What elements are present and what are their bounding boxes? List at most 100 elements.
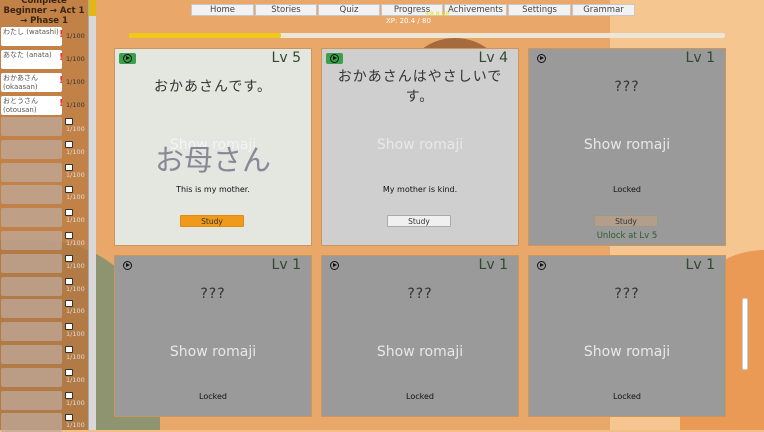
lesson-sidebar: Complete Beginner → Act 1 → Phase 1 わたし … bbox=[0, 0, 88, 430]
play-icon bbox=[537, 261, 546, 270]
lock-icon bbox=[65, 278, 73, 285]
sentence-card[interactable]: Lv 5おかあさんです。Show romajiお母さんThis is my mo… bbox=[114, 48, 312, 246]
play-audio-button[interactable] bbox=[326, 260, 343, 271]
lock-icon bbox=[65, 255, 73, 262]
level-label: Lv 4 bbox=[479, 50, 508, 66]
lesson-count: 1/100 bbox=[66, 376, 85, 384]
lesson-count: 1/100 bbox=[66, 353, 85, 361]
lesson-item[interactable] bbox=[1, 345, 62, 364]
level-label: Lv 1 bbox=[479, 257, 508, 273]
lesson-item[interactable] bbox=[1, 413, 62, 432]
lesson-item[interactable] bbox=[1, 391, 62, 410]
sentence-card[interactable]: Lv 1???Show romajiLockedStudyUnlock at L… bbox=[528, 48, 726, 246]
english-translation: Locked bbox=[115, 392, 311, 401]
main-scrollbar[interactable] bbox=[742, 298, 748, 370]
japanese-sentence: おかあさんです。 bbox=[125, 77, 301, 97]
lesson-count: 1/100 bbox=[66, 171, 85, 179]
level-label: Lv 1 bbox=[686, 50, 715, 66]
lesson-count: 1/100 bbox=[66, 421, 85, 429]
xp-gain: +8.8 XP bbox=[425, 11, 449, 18]
japanese-sentence: ??? bbox=[125, 284, 301, 304]
lesson-item[interactable] bbox=[1, 231, 62, 250]
lock-icon bbox=[65, 369, 73, 376]
scrollbar-thumb[interactable] bbox=[89, 0, 96, 16]
lock-icon bbox=[65, 232, 73, 239]
sentence-card[interactable]: Lv 1??? Show romaji Locked bbox=[114, 255, 312, 417]
sentence-card[interactable]: Lv 1???Show romajiLocked bbox=[321, 255, 519, 417]
nav-settings-button[interactable]: Settings bbox=[508, 4, 571, 16]
kanji-word: お母さん bbox=[115, 137, 311, 179]
xp-progress-bar bbox=[129, 33, 725, 38]
english-translation: Locked bbox=[529, 392, 725, 401]
level-label: Lv 1 bbox=[686, 257, 715, 273]
lesson-item[interactable] bbox=[1, 117, 62, 136]
level-label: Lv 1 bbox=[272, 257, 301, 273]
lesson-count: 1/100 bbox=[66, 307, 85, 315]
lesson-count: 1/100 bbox=[66, 55, 85, 63]
lock-icon bbox=[65, 392, 73, 399]
lesson-item[interactable]: わたし (watashi) bbox=[1, 27, 62, 46]
lock-icon bbox=[65, 118, 73, 125]
lesson-count: 1/100 bbox=[66, 101, 85, 109]
lesson-count: 1/100 bbox=[66, 239, 85, 247]
phase-title: Complete Beginner → Act 1 → Phase 1 bbox=[0, 0, 88, 26]
lesson-item[interactable] bbox=[1, 254, 62, 273]
lesson-item[interactable] bbox=[1, 163, 62, 182]
sentence-card[interactable]: Lv 4おかあさんはやさしいです。Show romajiMy mother is… bbox=[321, 48, 519, 246]
show-romaji-button[interactable]: Show romaji bbox=[539, 127, 715, 163]
lesson-count: 1/100 bbox=[66, 78, 85, 86]
play-audio-button[interactable] bbox=[533, 53, 550, 64]
lesson-count: 1/100 bbox=[66, 285, 85, 293]
nav-grammar-button[interactable]: Grammar bbox=[572, 4, 635, 16]
lock-icon bbox=[65, 209, 73, 216]
top-nav: HomeStoriesQuizProgressAchivementsSettin… bbox=[191, 4, 635, 16]
lesson-item[interactable] bbox=[1, 322, 62, 341]
play-icon bbox=[330, 261, 339, 270]
play-icon bbox=[537, 54, 546, 63]
study-button[interactable]: Study bbox=[594, 215, 658, 227]
play-audio-button[interactable] bbox=[119, 53, 136, 64]
xp-text: XP: 20.4 / 80 bbox=[386, 17, 431, 25]
lesson-item[interactable] bbox=[1, 185, 62, 204]
lesson-item[interactable] bbox=[1, 140, 62, 159]
sidebar-scrollbar[interactable] bbox=[88, 0, 96, 430]
japanese-sentence: ??? bbox=[332, 284, 508, 304]
nav-achivements-button[interactable]: Achivements bbox=[444, 4, 507, 16]
lock-icon bbox=[65, 323, 73, 330]
play-audio-button[interactable] bbox=[119, 260, 136, 271]
show-romaji-button[interactable]: Show romaji bbox=[332, 334, 508, 370]
lesson-count: 1/100 bbox=[66, 32, 85, 40]
lesson-item[interactable] bbox=[1, 208, 62, 227]
level-label: Lv 5 bbox=[272, 50, 301, 66]
nav-stories-button[interactable]: Stories bbox=[255, 4, 317, 16]
lesson-item[interactable]: おかあさん (okaasan) bbox=[1, 73, 62, 92]
play-audio-button[interactable] bbox=[326, 53, 343, 64]
alert-icon: ! bbox=[59, 52, 62, 63]
lock-icon bbox=[65, 300, 73, 307]
show-romaji-button[interactable]: Show romaji bbox=[539, 334, 715, 370]
play-icon bbox=[330, 54, 339, 63]
english-translation: This is my mother. bbox=[115, 185, 311, 194]
lesson-item[interactable] bbox=[1, 299, 62, 318]
study-button[interactable]: Study bbox=[180, 215, 244, 227]
lesson-count: 1/100 bbox=[66, 216, 85, 224]
show-romaji-button[interactable]: Show romaji bbox=[332, 127, 508, 163]
lesson-item[interactable] bbox=[1, 368, 62, 387]
study-button[interactable]: Study bbox=[387, 215, 451, 227]
sentence-card[interactable]: Lv 1???Show romajiLocked bbox=[528, 255, 726, 417]
xp-progress-fill bbox=[129, 33, 281, 38]
lesson-item[interactable]: おとうさん (otousan) bbox=[1, 96, 62, 115]
lesson-item[interactable] bbox=[1, 277, 62, 296]
nav-home-button[interactable]: Home bbox=[191, 4, 254, 16]
nav-quiz-button[interactable]: Quiz bbox=[318, 4, 380, 16]
lesson-count: 1/100 bbox=[66, 399, 85, 407]
alert-icon: ! bbox=[59, 98, 62, 109]
lesson-item[interactable]: あなた (anata) bbox=[1, 50, 62, 69]
lesson-count: 1/100 bbox=[66, 148, 85, 156]
lock-icon bbox=[65, 346, 73, 353]
lesson-count: 1/100 bbox=[66, 125, 85, 133]
play-audio-button[interactable] bbox=[533, 260, 550, 271]
show-romaji-button[interactable]: Show romaji bbox=[125, 334, 301, 370]
unlock-requirement: Unlock at Lv 5 bbox=[529, 231, 725, 241]
lesson-count: 1/100 bbox=[66, 193, 85, 201]
